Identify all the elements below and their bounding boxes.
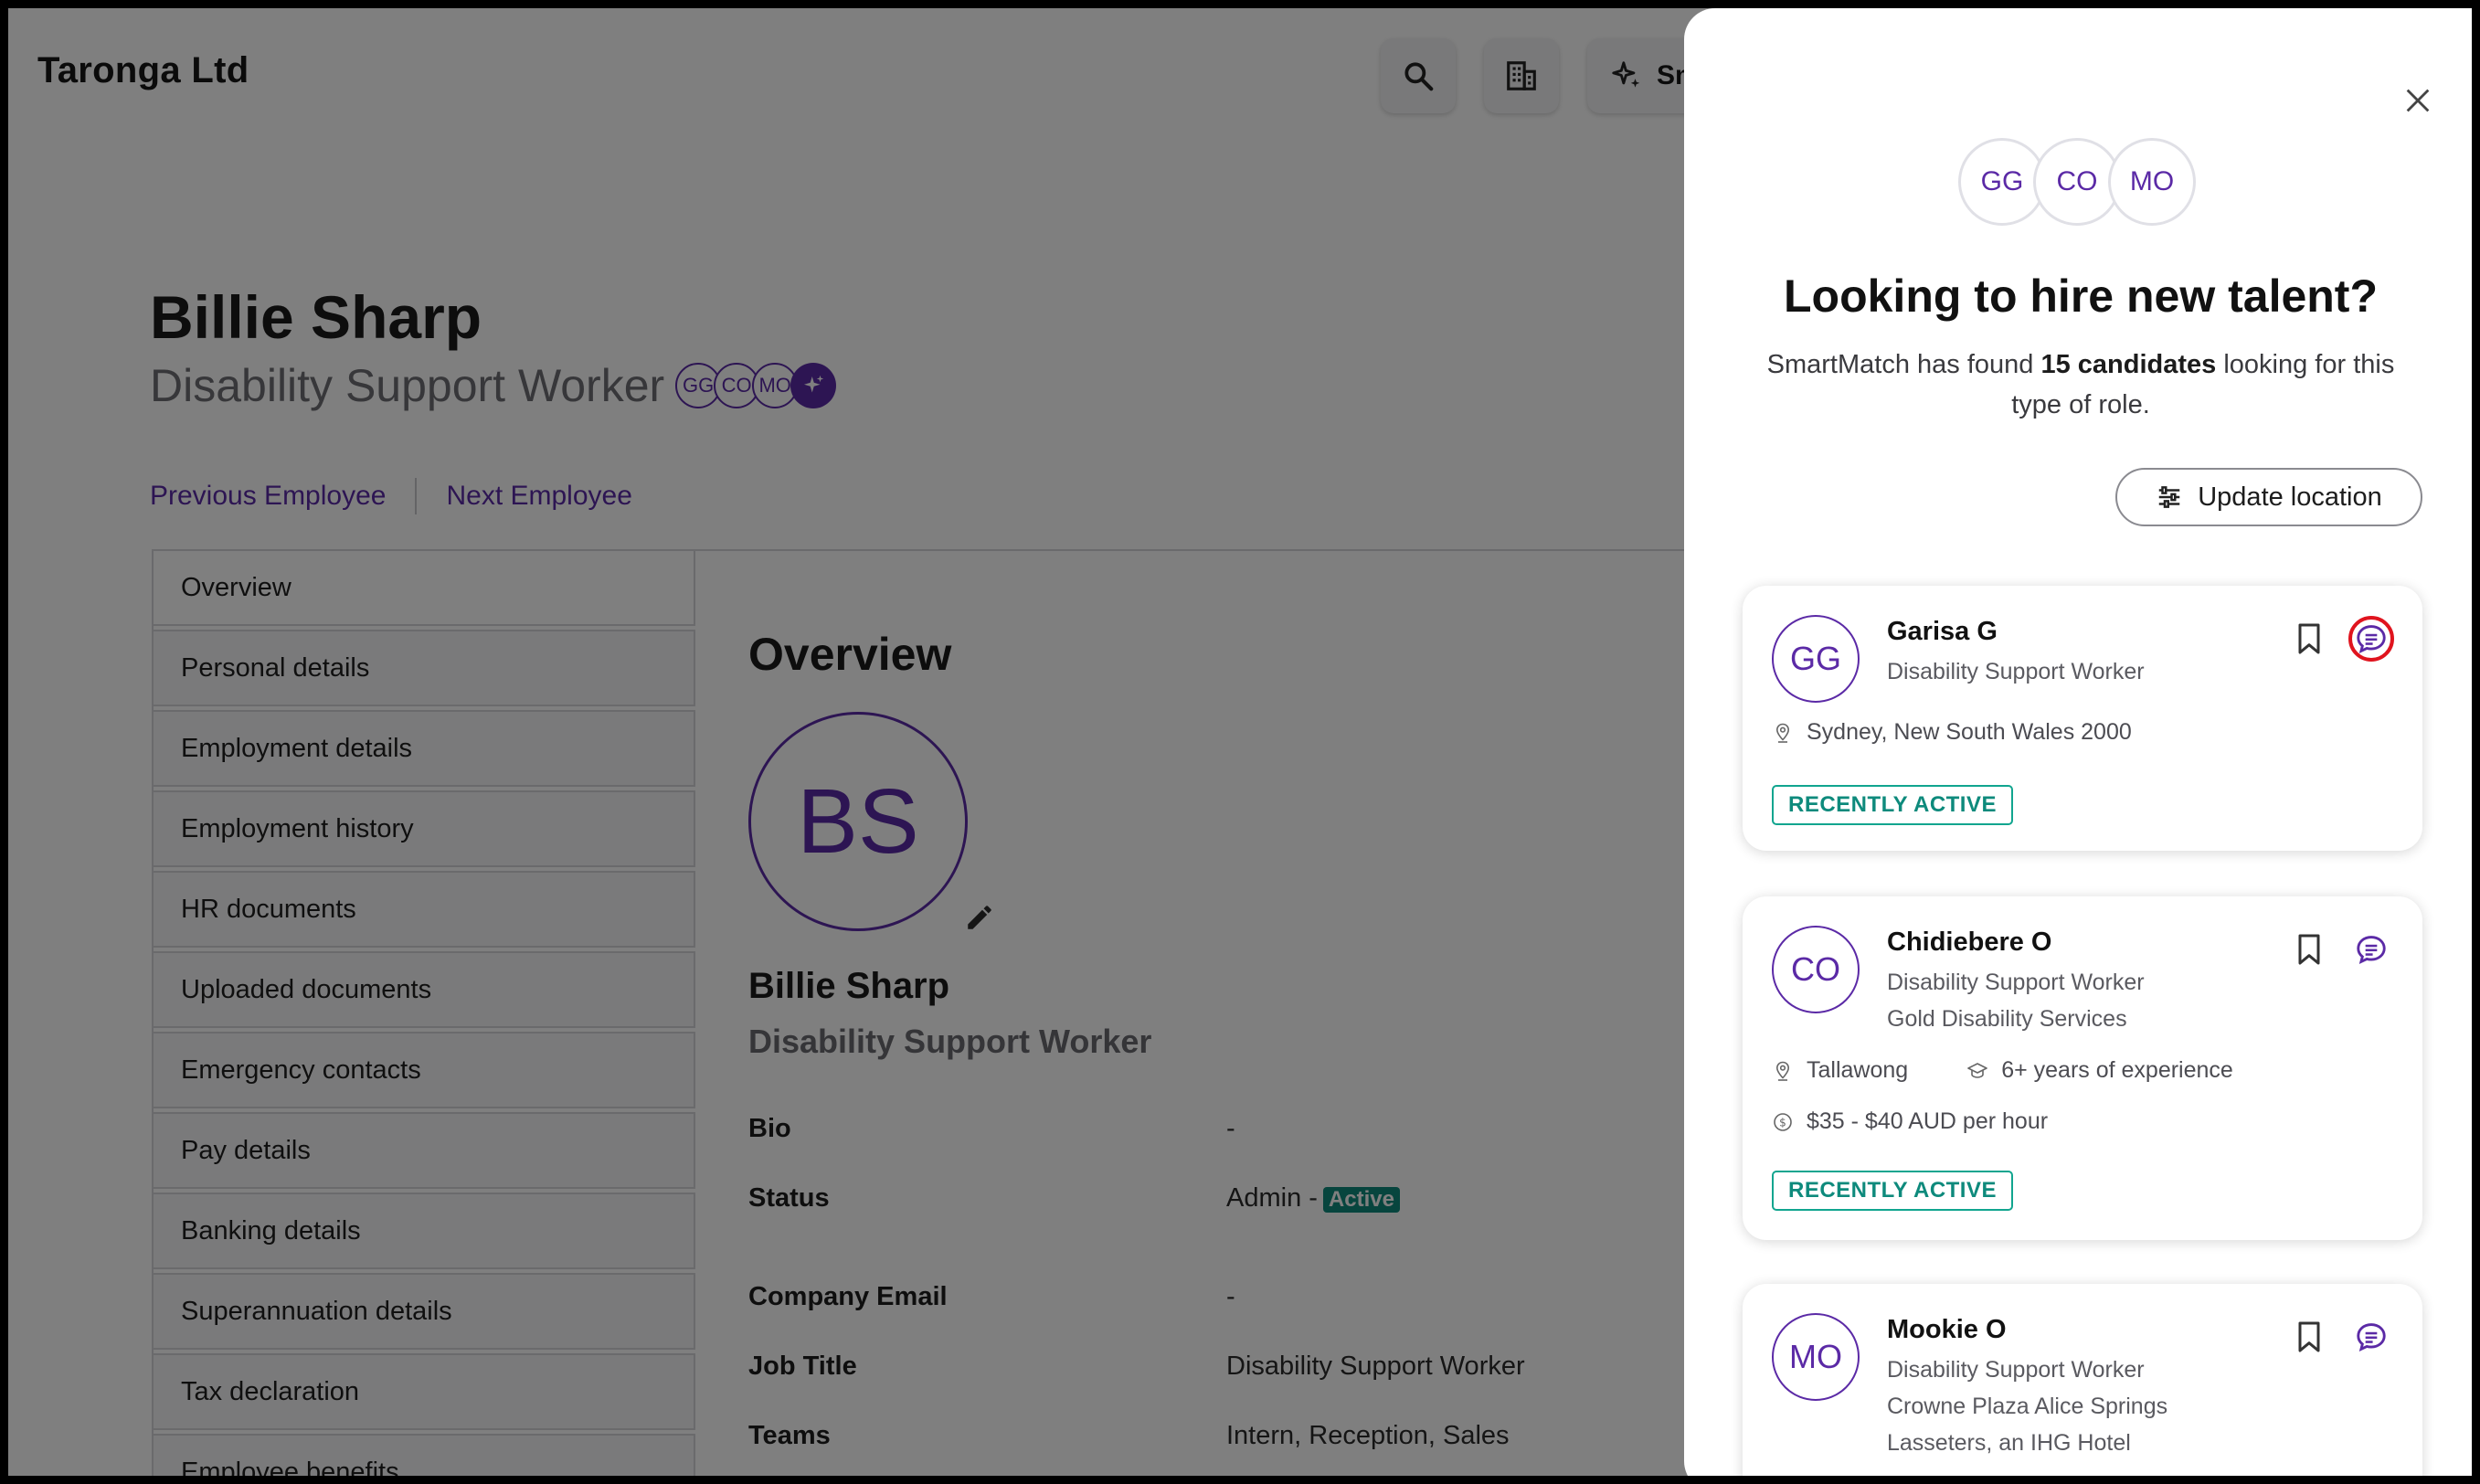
sidebar-item-pay-details[interactable]: Pay details — [152, 1112, 695, 1189]
bookmark-icon[interactable] — [2291, 929, 2327, 970]
close-icon — [2406, 89, 2430, 112]
candidate-name: Garisa G — [1887, 617, 1998, 646]
bio-label: Bio — [748, 1114, 791, 1143]
candidate-avatar: GG — [1772, 615, 1860, 703]
sidebar-item-hr-documents[interactable]: HR documents — [152, 871, 695, 948]
screen-frame: Taronga Ltd Sm Billie Sharp Disability S… — [0, 0, 2480, 1484]
smartmatch-drawer: GG CO MO Looking to hire new talent? Sma… — [1684, 8, 2472, 1476]
candidate-pay: $35 - $40 AUD per hour — [1807, 1108, 2049, 1134]
graduation-cap-icon — [1967, 1062, 1987, 1078]
sidebar-item-employment-history[interactable]: Employment history — [152, 790, 695, 867]
candidate-location-row: Sydney, New South Wales 2000 — [1772, 719, 2132, 746]
sidebar-item-uploaded-documents[interactable]: Uploaded documents — [152, 951, 695, 1028]
candidate-role: Disability Support Worker — [1887, 1357, 2145, 1383]
sidebar-item-overview[interactable]: Overview — [152, 549, 695, 626]
chat-icon — [2357, 936, 2386, 965]
candidate-name: Mookie O — [1887, 1315, 2007, 1344]
location-pin-icon — [1775, 1061, 1790, 1081]
sidebar-item-emergency-contacts[interactable]: Emergency contacts — [152, 1032, 695, 1108]
header-avatar: MO — [2108, 138, 2196, 226]
sidebar-item-employee-benefits[interactable]: Employee benefits — [152, 1434, 695, 1476]
overview-role: Disability Support Worker — [748, 1023, 1152, 1060]
employee-avatar: BS — [748, 712, 968, 931]
previous-employee-link[interactable]: Previous Employee — [150, 481, 386, 512]
next-employee-link[interactable]: Next Employee — [446, 481, 631, 512]
smartmatch-mini-avatars[interactable]: GG CO MO — [675, 363, 837, 408]
search-button[interactable] — [1381, 38, 1456, 113]
message-button[interactable] — [2348, 1314, 2394, 1360]
organisation-button[interactable] — [1484, 38, 1559, 113]
location-pin-icon — [1775, 723, 1790, 743]
sidebar-item-tax-declaration[interactable]: Tax declaration — [152, 1353, 695, 1430]
sparkle-icon — [1612, 61, 1640, 88]
active-status-badge: Active — [1322, 1187, 1400, 1213]
overview-name: Billie Sharp — [748, 966, 950, 1006]
candidate-name: Chidiebere O — [1887, 928, 2052, 957]
sliders-icon — [2158, 486, 2180, 508]
candidate-location-row: Tallawong 6+ years of experience — [1772, 1057, 2233, 1084]
bio-value: - — [1226, 1114, 1235, 1143]
recently-active-badge: RECENTLY ACTIVE — [1772, 1171, 2013, 1211]
sidebar-item-personal-details[interactable]: Personal details — [152, 630, 695, 706]
candidate-employer-line2: Lasseters, an IHG Hotel — [1887, 1430, 2131, 1456]
pencil-icon[interactable] — [964, 902, 995, 933]
teams-value: Intern, Reception, Sales — [1226, 1421, 1510, 1450]
dollar-circle-icon: $ — [1774, 1112, 1792, 1131]
building-icon — [1507, 61, 1536, 90]
company-email-value: - — [1226, 1282, 1235, 1311]
company-email-label: Company Email — [748, 1282, 948, 1311]
bookmark-icon[interactable] — [2291, 1317, 2327, 1357]
candidate-role: Disability Support Worker — [1887, 659, 2145, 684]
message-button[interactable] — [2348, 927, 2394, 972]
sidebar-item-employment-details[interactable]: Employment details — [152, 710, 695, 787]
candidate-location: Sydney, New South Wales 2000 — [1807, 719, 2132, 745]
close-button[interactable] — [2388, 70, 2448, 131]
job-title-label: Job Title — [748, 1352, 857, 1381]
candidate-employer: Crowne Plaza Alice Springs — [1887, 1394, 2168, 1419]
candidate-card[interactable]: MO Mookie O Disability Support Worker Cr… — [1743, 1284, 2422, 1476]
candidate-avatar: MO — [1772, 1313, 1860, 1401]
status-text: Admin - — [1226, 1183, 1318, 1213]
candidate-count: 15 candidates — [2040, 350, 2217, 379]
message-button[interactable] — [2348, 616, 2394, 662]
status-value: Admin - Active — [1226, 1183, 1400, 1214]
candidate-avatars-group: GG CO MO — [1958, 138, 2196, 226]
employee-name: Billie Sharp — [150, 283, 482, 351]
sidebar-item-superannuation-details[interactable]: Superannuation details — [152, 1273, 695, 1350]
update-location-label: Update location — [2198, 482, 2382, 512]
update-location-button[interactable]: Update location — [2115, 468, 2422, 526]
drawer-title: Looking to hire new talent? — [1784, 270, 2378, 322]
chat-icon — [2357, 625, 2386, 654]
drawer-subtitle: SmartMatch has found 15 candidates looki… — [1739, 344, 2422, 425]
employee-side-menu: Overview Personal details Employment det… — [152, 549, 695, 1476]
nav-divider — [415, 478, 418, 514]
candidate-location: Tallawong — [1807, 1057, 1909, 1083]
candidate-role: Disability Support Worker — [1887, 970, 2145, 995]
sidebar-item-banking-details[interactable]: Banking details — [152, 1192, 695, 1269]
employee-role: Disability Support Worker — [150, 360, 665, 411]
candidate-card[interactable]: CO Chidiebere O Disability Support Worke… — [1743, 896, 2422, 1240]
candidate-employer: Gold Disability Services — [1887, 1006, 2127, 1032]
candidate-avatar: CO — [1772, 926, 1860, 1013]
employee-role-row: Disability Support Worker GG CO MO — [150, 359, 837, 412]
recently-active-badge: RECENTLY ACTIVE — [1772, 785, 2013, 825]
overview-heading: Overview — [748, 629, 952, 680]
status-label: Status — [748, 1183, 830, 1213]
company-name: Taronga Ltd — [37, 50, 249, 90]
smartmatch-sparkle-badge — [790, 363, 837, 408]
job-title-value: Disability Support Worker — [1226, 1352, 1525, 1381]
bookmark-icon[interactable] — [2291, 619, 2327, 659]
sparkle-icon — [804, 375, 824, 393]
candidate-card[interactable]: GG Garisa G Disability Support Worker Sy… — [1743, 586, 2422, 851]
teams-label: Teams — [748, 1421, 831, 1450]
subtitle-text: SmartMatch has found — [1766, 350, 2041, 379]
svg-text:$: $ — [1779, 1116, 1786, 1129]
employee-navigation: Previous Employee Next Employee — [150, 478, 632, 514]
search-icon — [1404, 62, 1434, 91]
chat-icon — [2357, 1323, 2386, 1352]
candidate-experience: 6+ years of experience — [2001, 1057, 2233, 1083]
candidate-pay-row: $ $35 - $40 AUD per hour — [1772, 1108, 2048, 1135]
